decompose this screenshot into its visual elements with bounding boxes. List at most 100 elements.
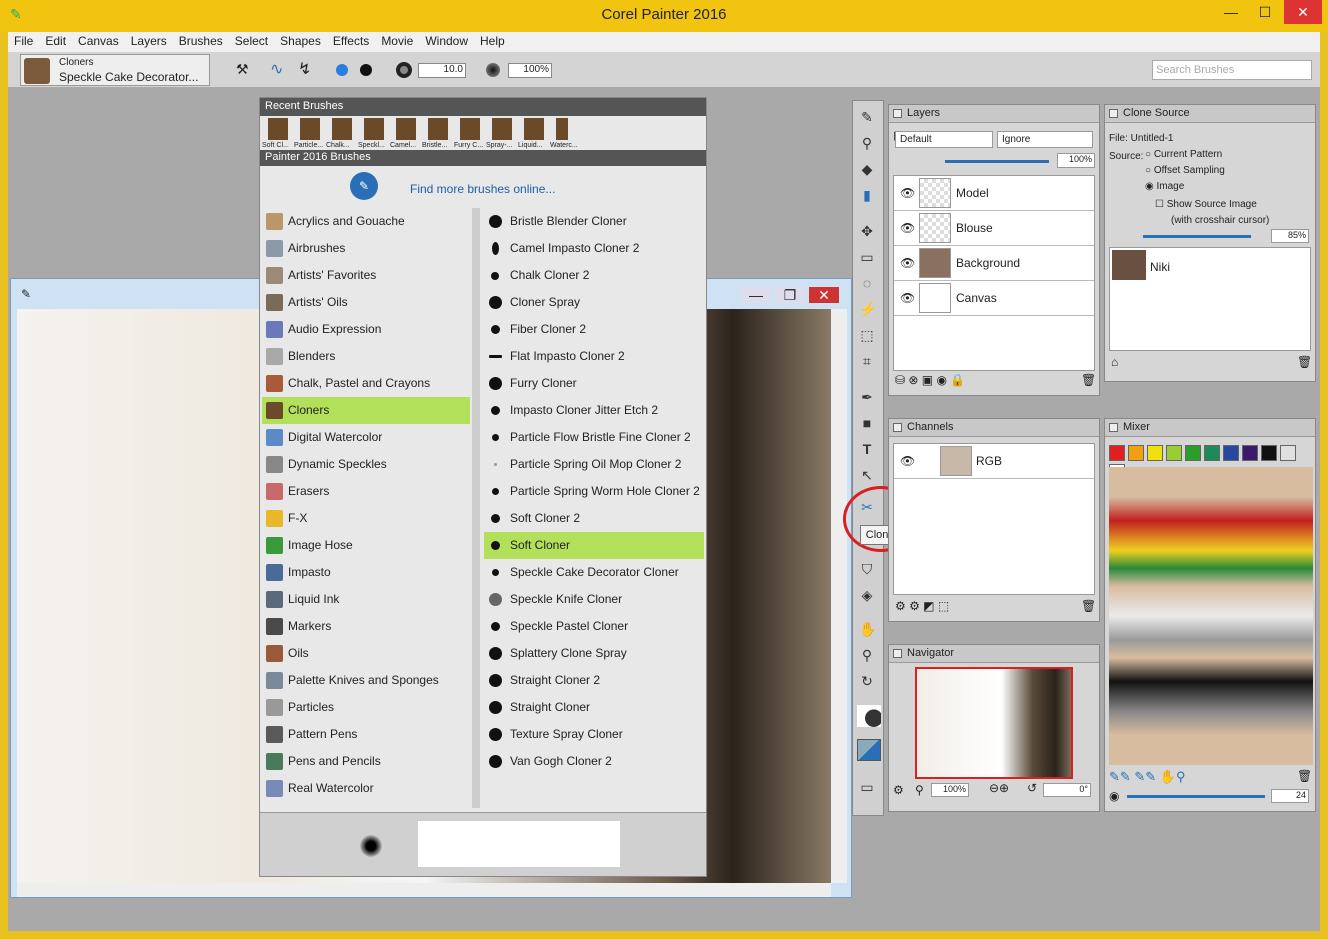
stroke-icon[interactable]: ⚒ <box>236 61 249 78</box>
crop-tool-icon[interactable]: ⌗ <box>859 353 875 369</box>
mixer-pad[interactable] <box>1109 467 1313 765</box>
variant-item[interactable]: Texture Spray Cloner <box>484 721 704 748</box>
category-item[interactable]: Artists' Oils <box>262 289 470 316</box>
category-item[interactable]: Markers <box>262 613 470 640</box>
category-item[interactable]: Blenders <box>262 343 470 370</box>
menu-help[interactable]: Help <box>474 32 511 50</box>
trash-icon[interactable]: 🗑 <box>1081 599 1096 613</box>
category-item[interactable]: Digital Watercolor <box>262 424 470 451</box>
doc-close-button[interactable]: ✕ <box>809 287 839 303</box>
layer-item[interactable]: 👁 Background <box>894 246 1094 281</box>
variant-item[interactable]: Particle Spring Worm Hole Cloner 2 <box>484 478 704 505</box>
show-source-checkbox[interactable]: ☐ Show Source Image <box>1155 199 1257 210</box>
variant-item[interactable]: Impasto Cloner Jitter Etch 2 <box>484 397 704 424</box>
main-color-dot[interactable] <box>336 64 348 76</box>
minimize-button[interactable]: — <box>1216 0 1246 24</box>
pen-tool-icon[interactable]: ✒ <box>859 389 875 405</box>
variant-item[interactable]: Particle Spring Oil Mop Cloner 2 <box>484 451 704 478</box>
secondary-color-dot[interactable] <box>360 64 372 76</box>
category-item-selected[interactable]: Cloners <box>262 397 470 424</box>
menu-layers[interactable]: Layers <box>125 32 173 50</box>
variant-item[interactable]: Splattery Clone Spray <box>484 640 704 667</box>
shape-tool-icon[interactable]: ■ <box>859 415 875 431</box>
category-item[interactable]: Acrylics and Gouache <box>262 208 470 235</box>
category-item[interactable]: Particles <box>262 694 470 721</box>
menu-brushes[interactable]: Brushes <box>173 32 229 50</box>
horizontal-scrollbar[interactable] <box>17 883 831 897</box>
menu-edit[interactable]: Edit <box>39 32 72 50</box>
recent-brush[interactable]: Soft Cl... <box>262 142 294 149</box>
variant-item[interactable]: Speckle Pastel Cloner <box>484 613 704 640</box>
menu-effects[interactable]: Effects <box>327 32 375 50</box>
clone-opacity-input[interactable]: 85% <box>1271 229 1309 243</box>
menu-window[interactable]: Window <box>419 32 474 50</box>
mixer-swatch[interactable] <box>1242 445 1258 461</box>
category-item[interactable]: F-X <box>262 505 470 532</box>
layer-actions[interactable]: ⛁ ⊗ ▣ ◉ 🔒 <box>895 373 965 387</box>
eye-icon[interactable]: 👁 <box>900 444 915 479</box>
category-item[interactable]: Audio Expression <box>262 316 470 343</box>
mixer-swatch[interactable] <box>1185 445 1201 461</box>
mixer-swatch[interactable] <box>1223 445 1239 461</box>
freehand-icon[interactable]: ∿ <box>270 59 283 79</box>
lasso-tool-icon[interactable]: ◌ <box>859 275 875 291</box>
main-color-swatch[interactable] <box>857 705 881 727</box>
category-item[interactable]: Chalk, Pastel and Crayons <box>262 370 470 397</box>
layer-opacity-input[interactable]: 100% <box>1057 153 1095 168</box>
magnifier-tool-icon[interactable]: ⚲ <box>859 647 875 663</box>
mixer-size-slider[interactable] <box>1127 795 1265 798</box>
zoom-icon[interactable]: ⚲ <box>915 783 924 797</box>
recent-brush[interactable]: Bristle... <box>422 142 454 149</box>
category-item[interactable]: Oils <box>262 640 470 667</box>
shape-select-icon[interactable]: ↖ <box>859 467 875 483</box>
layer-item[interactable]: 👁 Canvas <box>894 281 1094 316</box>
category-item[interactable]: Pattern Pens <box>262 721 470 748</box>
brush-tool-icon[interactable]: ✎ <box>859 109 875 125</box>
recent-brush[interactable]: Chalk... <box>326 142 358 149</box>
variant-item[interactable]: Chalk Cloner 2 <box>484 262 704 289</box>
category-item[interactable]: Liquid Ink <box>262 586 470 613</box>
zoom-buttons[interactable]: ⊖⊕ <box>989 781 1009 795</box>
opacity-input[interactable]: 100% <box>508 63 552 78</box>
radio-image[interactable]: ◉ Image <box>1145 181 1184 192</box>
eye-icon[interactable]: 👁 <box>900 246 915 281</box>
panel-close-icon[interactable] <box>1109 423 1118 432</box>
mixer-swatch[interactable] <box>1166 445 1182 461</box>
rotate-page-icon[interactable]: ↻ <box>859 673 875 689</box>
layer-item-selected[interactable]: 👁 Model <box>894 176 1094 211</box>
trash-icon[interactable]: 🗑 <box>1297 355 1312 369</box>
dropper-tool-icon[interactable]: ⚲ <box>859 135 875 151</box>
mixer-swatch[interactable] <box>1128 445 1144 461</box>
variant-item[interactable]: Flat Impasto Cloner 2 <box>484 343 704 370</box>
mixer-swatch[interactable] <box>1109 445 1125 461</box>
menu-shapes[interactable]: Shapes <box>274 32 327 50</box>
mixer-swatch[interactable] <box>1261 445 1277 461</box>
variant-item[interactable]: Particle Flow Bristle Fine Cloner 2 <box>484 424 704 451</box>
eraser-tool-icon[interactable]: ▮ <box>859 187 875 203</box>
paper-swatch[interactable] <box>857 739 881 761</box>
variant-item[interactable]: Furry Cloner <box>484 370 704 397</box>
variant-item-selected[interactable]: Soft Cloner <box>484 532 704 559</box>
transform-tool-icon[interactable]: ⬚ <box>859 327 875 343</box>
category-item[interactable]: Airbrushes <box>262 235 470 262</box>
rubber-stamp-icon[interactable]: ⛉ <box>859 561 875 577</box>
doc-minimize-button[interactable]: — <box>741 287 771 303</box>
eye-icon[interactable]: 👁 <box>900 281 915 316</box>
category-item[interactable]: Impasto <box>262 559 470 586</box>
text-tool-icon[interactable]: T <box>859 441 875 457</box>
close-button[interactable]: ✕ <box>1284 0 1322 24</box>
category-scrollbar[interactable] <box>472 208 480 808</box>
size-input[interactable]: 10.0 <box>418 63 466 78</box>
eye-icon[interactable]: 👁 <box>900 211 915 246</box>
straight-line-icon[interactable]: ↯ <box>298 59 311 79</box>
variant-item[interactable]: Speckle Cake Decorator Cloner <box>484 559 704 586</box>
variant-item[interactable]: Fiber Cloner 2 <box>484 316 704 343</box>
category-item[interactable]: Dynamic Speckles <box>262 451 470 478</box>
clone-source-item[interactable]: Niki <box>1150 260 1170 274</box>
menu-select[interactable]: Select <box>229 32 274 50</box>
grabber-tool-icon[interactable]: ✋ <box>859 621 876 637</box>
navigator-zoom-input[interactable]: 100% <box>931 783 969 797</box>
variant-item[interactable]: Straight Cloner <box>484 694 704 721</box>
recent-brush[interactable]: Speckl... <box>358 142 390 149</box>
paint-bucket-icon[interactable]: ◆ <box>859 161 875 177</box>
